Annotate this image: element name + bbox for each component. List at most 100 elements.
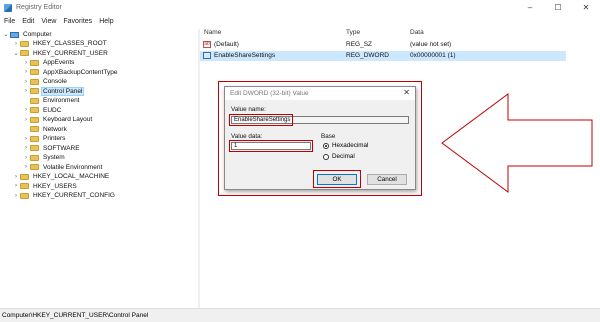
tree-node-eudc[interactable]: › EUDC [22,106,62,115]
tree-node-volatile-environment[interactable]: › Volatile Environment [22,163,103,172]
tree-node-label: HKEY_CURRENT_USER [33,49,108,57]
tree-node-computer[interactable]: ⌄ Computer [2,30,53,39]
dialog-close-button[interactable]: ✕ [403,88,410,97]
tree-node-control-panel[interactable]: › Control Panel [22,86,85,96]
folder-icon [30,88,39,94]
binary-value-icon [203,52,211,59]
tree-node-label: Console [43,78,67,85]
registry-editor-icon [4,3,12,12]
maximize-button[interactable]: ☐ [544,0,572,15]
decimal-radio[interactable]: Decimal [323,153,355,160]
chevron-right-icon[interactable]: › [12,41,20,47]
column-header-data[interactable]: Data [410,29,424,39]
tree-node-label: HKEY_LOCAL_MACHINE [33,173,110,180]
tree-node-printers[interactable]: › Printers [22,134,66,143]
folder-icon [20,173,29,180]
hexadecimal-label: Hexadecimal [332,142,369,149]
chevron-right-icon[interactable]: › [22,88,30,94]
chevron-right-icon[interactable]: › [12,174,20,180]
tree-node-label: Computer [23,31,52,38]
tree-node-label: EUDC [43,106,62,114]
folder-icon [30,69,39,75]
chevron-right-icon[interactable]: › [12,193,20,199]
folder-icon [20,183,29,189]
tree-node-label: SOFTWARE [43,144,80,152]
tree-node-label: Environment [43,97,80,104]
tree-node-label: Network [43,125,67,133]
chevron-right-icon[interactable]: › [22,107,30,113]
chevron-right-icon[interactable]: › [22,145,30,151]
value-name-highlight [229,114,293,126]
tree-node-appxbackupcontenttype[interactable]: › AppXBackupContentType [22,68,118,77]
hexadecimal-radio[interactable]: Hexadecimal [323,142,368,149]
decimal-label: Decimal [332,153,355,160]
value-type: REG_SZ [346,41,373,48]
folder-icon [30,78,39,85]
value-name: EnableShareSettings [214,52,276,59]
chevron-down-icon[interactable]: ⌄ [2,31,10,38]
dialog-body: Value name: EnableShareSettings Value da… [225,100,415,189]
chevron-right-icon[interactable]: › [22,136,30,142]
dialog-title: Edit DWORD (32-bit) Value [230,90,309,97]
folder-icon [20,192,29,199]
tree-node-console[interactable]: › Console [22,77,68,86]
tree-node-system[interactable]: › System [22,153,66,162]
folder-icon [30,135,39,142]
status-path: Computer\HKEY_CURRENT_USER\Control Panel [2,312,149,319]
menu-help[interactable]: Help [95,18,116,25]
chevron-right-icon[interactable]: › [22,164,30,170]
tree-node-label: HKEY_CLASSES_ROOT [33,40,107,47]
tree-node-appevents[interactable]: › AppEvents [22,58,75,67]
folder-icon [30,145,39,151]
window-controls: – ☐ ✕ [516,0,600,15]
tree-node-software[interactable]: › SOFTWARE [22,144,81,153]
tree-node-label: AppEvents [43,59,75,66]
menu-file[interactable]: File [0,18,18,25]
value-row-enablesharesettings[interactable]: EnableShareSettings REG_DWORD 0x00000001… [200,51,566,61]
ok-button-highlight [313,170,361,188]
status-bar: Computer\HKEY_CURRENT_USER\Control Panel [0,308,600,322]
tree-node-hkey-classes-root[interactable]: › HKEY_CLASSES_ROOT [12,39,108,48]
tree-node-hkey-local-machine[interactable]: › HKEY_LOCAL_MACHINE [12,172,110,181]
minimize-button[interactable]: – [516,0,544,15]
menu-view[interactable]: View [37,18,59,25]
chevron-down-icon[interactable]: ⌄ [12,50,20,57]
value-row-default[interactable]: ab (Default) REG_SZ (value not set) [200,40,566,50]
folder-open-icon [20,50,29,56]
chevron-right-icon[interactable]: › [22,117,30,123]
value-data: (value not set) [410,41,452,48]
cancel-button[interactable]: Cancel [367,174,407,185]
folder-icon [30,126,39,132]
folder-icon [30,97,39,104]
chevron-right-icon[interactable]: › [22,79,30,85]
tree-node-keyboard-layout[interactable]: › Keyboard Layout [22,115,93,124]
computer-icon [10,31,19,38]
column-header-type[interactable]: Type [346,29,360,39]
tree-node-hkey-current-user[interactable]: ⌄ HKEY_CURRENT_USER [12,49,109,58]
tree-node-hkey-current-config[interactable]: › HKEY_CURRENT_CONFIG [12,191,116,200]
chevron-right-icon[interactable]: › [22,155,30,161]
title-bar: Registry Editor – ☐ ✕ [0,0,600,15]
column-header-name[interactable]: Name [204,29,221,39]
chevron-right-icon[interactable]: › [12,183,20,189]
chevron-right-icon[interactable]: › [22,69,30,75]
menu-favorites[interactable]: Favorites [59,18,95,25]
value-data-highlight [229,140,313,152]
chevron-right-icon[interactable]: › [22,60,30,66]
folder-icon [30,164,39,170]
value-data: 0x00000001 (1) [410,52,456,59]
tree-node-environment[interactable]: Environment [22,96,81,105]
tree-node-network[interactable]: Network [22,125,68,134]
edit-dword-dialog: Edit DWORD (32-bit) Value ✕ Value name: … [224,86,416,190]
pointer-arrow-icon [441,93,593,193]
tree-node-label: Control Panel [40,86,85,96]
tree-node-hkey-users[interactable]: › HKEY_USERS [12,182,78,191]
close-button[interactable]: ✕ [572,0,600,15]
tree-node-label: Volatile Environment [43,163,103,171]
value-data-label: Value data: [231,133,263,140]
radio-selected-icon [323,142,329,149]
menu-edit[interactable]: Edit [18,18,37,25]
value-name: (Default) [214,41,239,48]
folder-icon [30,154,39,161]
string-value-icon: ab [203,41,211,48]
